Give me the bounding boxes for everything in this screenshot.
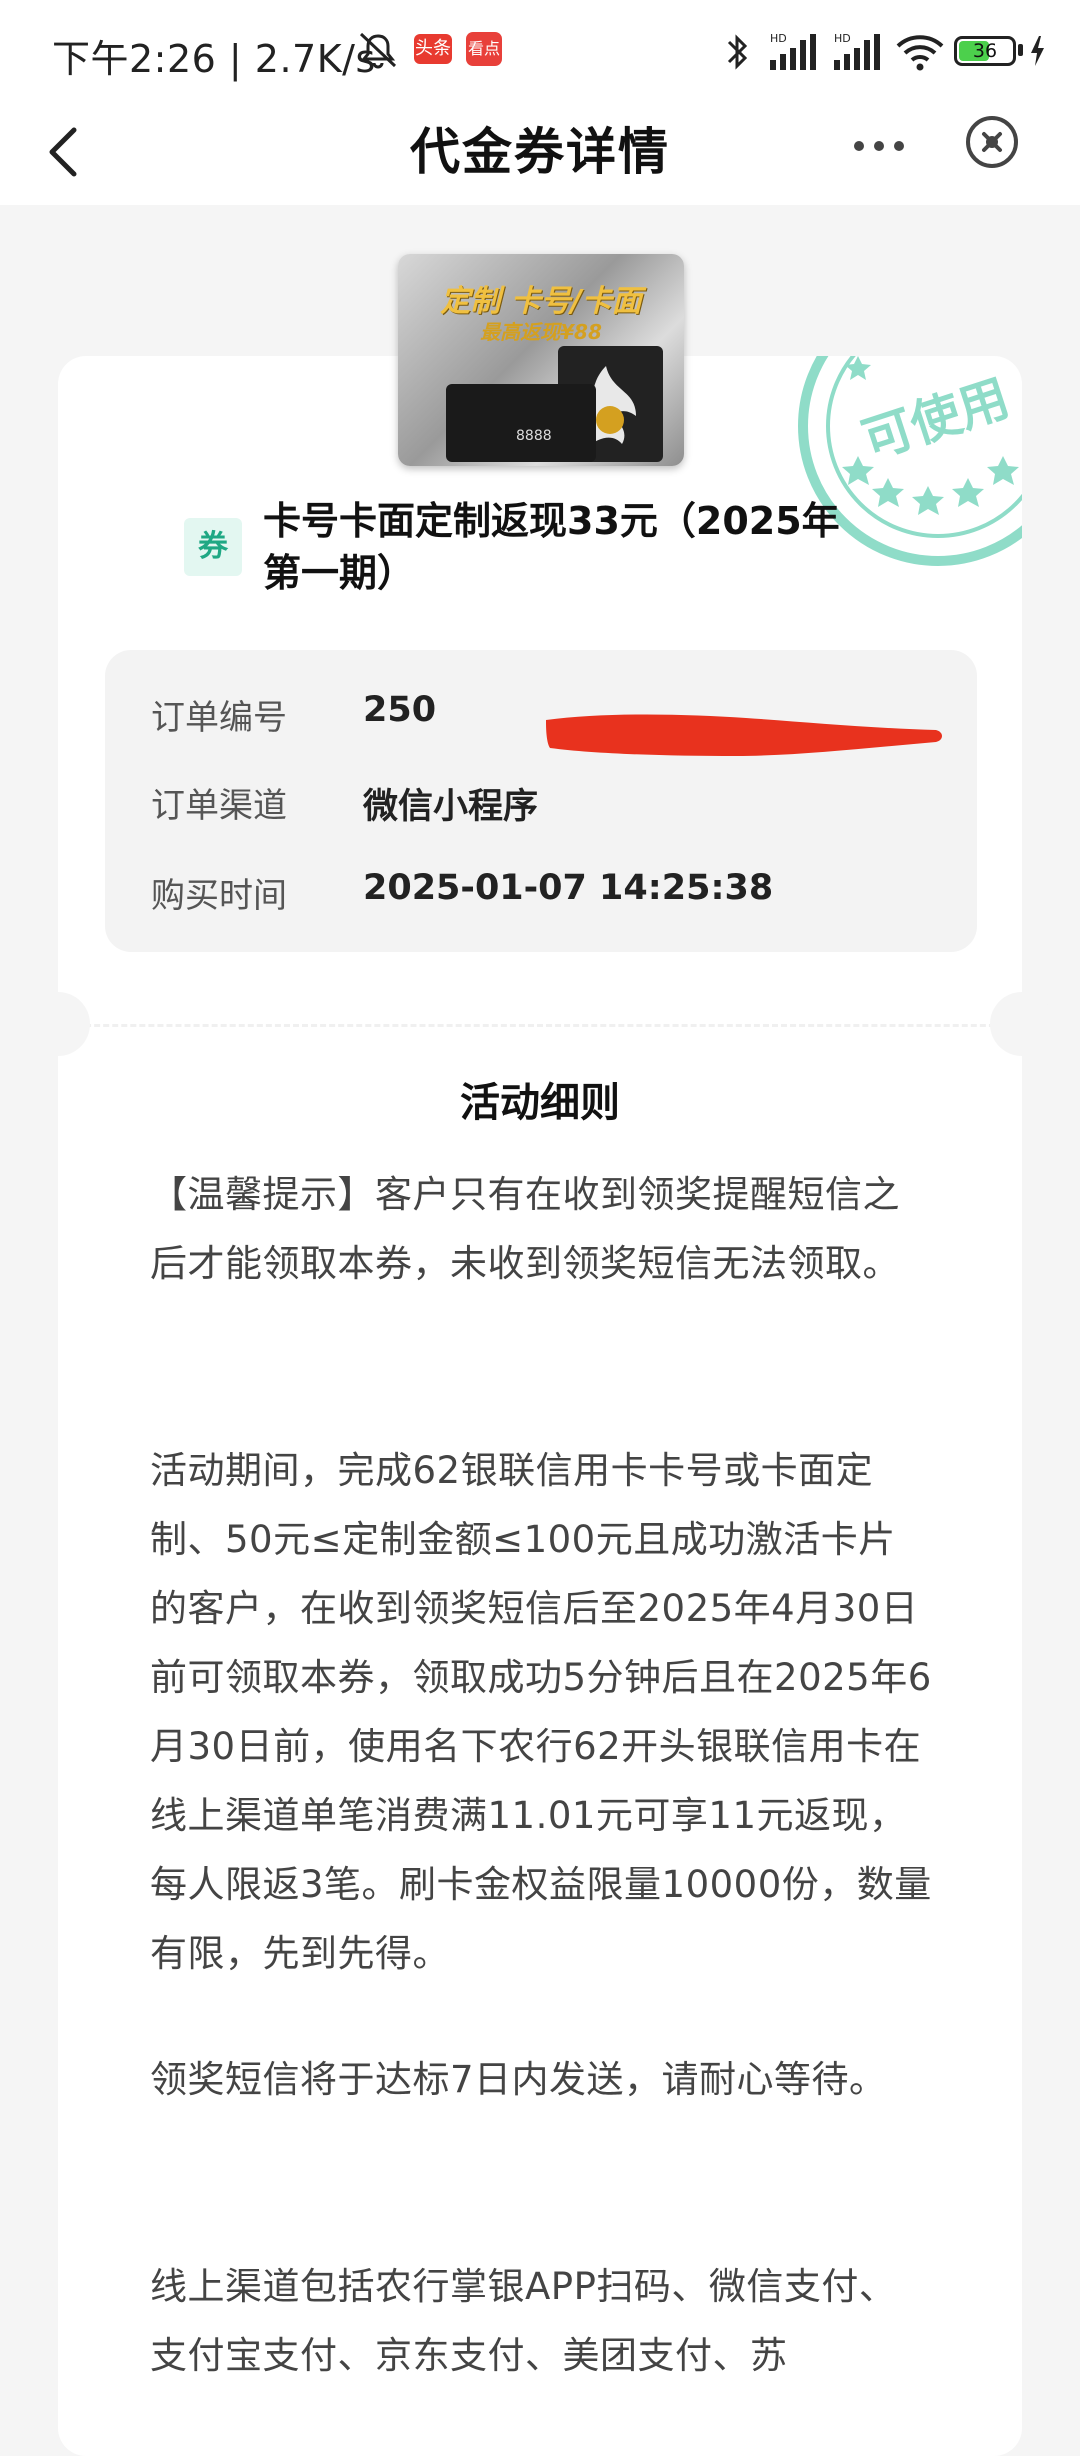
- order-row-number: 订单编号 250: [151, 690, 951, 756]
- page-title: 代金券详情: [410, 123, 670, 181]
- card-notch-left: [26, 992, 90, 1056]
- toutiao-app-icon: 头条: [414, 34, 452, 64]
- stamp-text: 可使用: [856, 369, 1017, 471]
- voucher-tag: 券: [184, 518, 242, 576]
- rules-title: 活动细则: [460, 1080, 620, 1126]
- card-image-caption: 定制 卡号/卡面: [440, 284, 642, 319]
- close-icon[interactable]: [962, 112, 1022, 172]
- rules-paragraph: 【温馨提示】客户只有在收到领奖提醒短信之后才能领取本券，未收到领奖短信无法领取。: [150, 1173, 900, 1285]
- bluetooth-icon: [722, 32, 752, 76]
- rules-paragraph: 活动期间，完成62银联信用卡卡号或卡面定制、50元≤定制金额≤100元且成功激活…: [150, 1449, 932, 1975]
- order-row-time: 购买时间 2025-01-07 14:25:38: [151, 868, 951, 928]
- status-right: HD HD 36: [722, 28, 1062, 72]
- status-bar: 下午2:26 | 2.7K/s 头条 看点 HD HD 36: [0, 0, 1080, 100]
- more-icon[interactable]: [852, 138, 906, 157]
- mute-icon: [355, 30, 401, 74]
- redaction-mark: [546, 712, 946, 764]
- signal-hd-icon: HD: [768, 30, 824, 76]
- battery-nub: [1018, 44, 1023, 56]
- order-channel-value: 微信小程序: [363, 787, 539, 827]
- card-image-number: 8888: [516, 428, 552, 444]
- wifi-icon: [894, 32, 946, 76]
- voucher-title: 卡号卡面定制返现33元（2025年第一期）: [263, 499, 840, 595]
- battery-level: 36: [972, 40, 998, 62]
- rules-paragraph: 领奖短信将于达标7日内发送，请耐心等待。: [150, 2058, 887, 2101]
- order-time-label: 购买时间: [151, 876, 287, 916]
- card-image-mini-card: 8888: [446, 384, 596, 462]
- order-channel-label: 订单渠道: [151, 786, 287, 826]
- signal-hd-icon: HD: [832, 30, 888, 76]
- card-notch-right: [990, 992, 1054, 1056]
- svg-text:HD: HD: [770, 32, 787, 45]
- nav-bar: 代金券详情: [0, 100, 1080, 205]
- rules-paragraph: 线上渠道包括农行掌银APP扫码、微信支付、支付宝支付、京东支付、美团支付、苏: [150, 2265, 897, 2377]
- dashed-divider: [58, 1024, 1022, 1027]
- order-number-label: 订单编号: [151, 698, 287, 738]
- kandian-app-icon: 看点: [466, 32, 502, 66]
- order-time-value: 2025-01-07 14:25:38: [363, 868, 774, 908]
- order-number-value: 250: [363, 690, 437, 730]
- svg-text:HD: HD: [834, 32, 851, 45]
- status-time: 下午2:26 | 2.7K/s: [52, 37, 376, 81]
- top-bar: 下午2:26 | 2.7K/s 头条 看点 HD HD 36 代金券详情: [0, 0, 1080, 205]
- charging-icon: [1028, 34, 1046, 72]
- order-row-channel: 订单渠道 微信小程序: [151, 778, 951, 838]
- voucher-image: 定制 卡号/卡面 最高返现¥88 8888: [398, 254, 684, 466]
- card-image-subcaption: 最高返现¥88: [480, 320, 602, 344]
- battery-icon: 36: [954, 36, 1016, 66]
- order-info-panel: 订单编号 250 订单渠道 微信小程序 购买时间 2025-01-07 14:2…: [105, 650, 977, 952]
